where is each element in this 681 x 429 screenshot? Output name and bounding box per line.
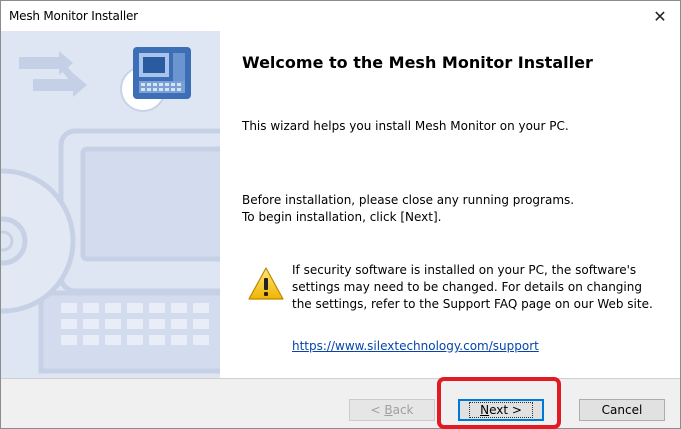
close-icon: ✕ — [653, 6, 667, 26]
page-title: Welcome to the Mesh Monitor Installer — [242, 53, 593, 72]
instructions-text: Before installation, please close any ru… — [242, 192, 574, 226]
close-button[interactable]: ✕ — [640, 1, 680, 31]
support-link[interactable]: https://www.silextechnology.com/support — [292, 339, 539, 353]
window-title: Mesh Monitor Installer — [9, 9, 138, 23]
title-bar: Mesh Monitor Installer ✕ — [1, 1, 680, 31]
wizard-content: Welcome to the Mesh Monitor Installer Th… — [220, 31, 680, 378]
back-button[interactable]: < Back — [349, 399, 435, 421]
back-button-label: ack — [392, 403, 414, 417]
intro-text: This wizard helps you install Mesh Monit… — [242, 119, 569, 133]
keyboard-keys-watermark — [61, 303, 209, 345]
warning-icon — [248, 267, 284, 300]
instructions-line-2: To begin installation, click [Next]. — [242, 210, 442, 224]
next-button[interactable]: Next > — [458, 399, 544, 421]
cancel-button[interactable]: Cancel — [579, 399, 665, 421]
back-button-prefix: < — [370, 403, 385, 417]
instructions-line-1: Before installation, please close any ru… — [242, 193, 575, 207]
button-bar: < Back Next > Cancel — [1, 378, 680, 428]
next-button-focus: Next > — [469, 402, 533, 418]
security-warning-text: If security software is installed on you… — [292, 263, 653, 311]
wizard-side-banner — [1, 31, 220, 378]
back-button-mnemonic: B — [384, 403, 393, 417]
installer-window: Mesh Monitor Installer ✕ Welcome to the … — [0, 0, 681, 429]
next-button-label: ext > — [489, 403, 522, 417]
installer-banner-graphic — [1, 31, 220, 378]
next-button-mnemonic: N — [480, 403, 490, 417]
